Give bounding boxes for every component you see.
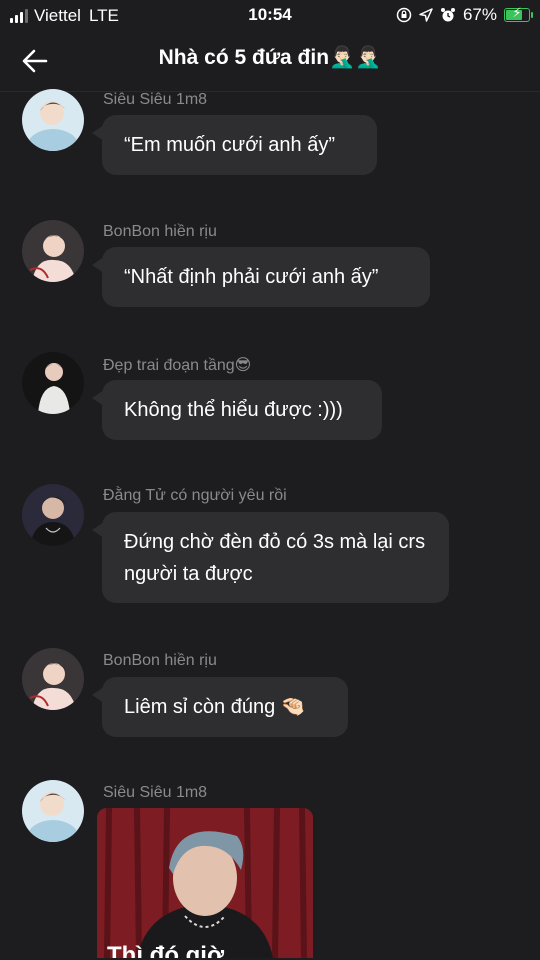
sender-name: BonBon hiền rịu bbox=[103, 652, 217, 669]
avatar[interactable] bbox=[22, 780, 84, 842]
message-text: “Nhất định phải cưới anh ấy” bbox=[124, 266, 379, 288]
status-bar: Viettel LTE 10:54 67% ⚡ bbox=[0, 0, 540, 30]
avatar[interactable] bbox=[22, 89, 84, 151]
message-list[interactable]: Siêu Siêu 1m8 “Em muốn cưới anh ấy” BonB… bbox=[0, 89, 540, 960]
avatar[interactable] bbox=[22, 484, 84, 546]
message-bubble[interactable]: Liêm sỉ còn đúng 🤏🏻 bbox=[92, 677, 348, 737]
chat-title[interactable]: Nhà có 5 đứa đin🤦🏻‍♂️🤦🏻‍♂️ bbox=[0, 46, 540, 70]
message-text: Không thể hiểu được :))) bbox=[124, 399, 343, 421]
avatar[interactable] bbox=[22, 352, 84, 414]
alarm-icon bbox=[440, 8, 455, 22]
message-text: Liêm sỉ còn đúng 🤏🏻 bbox=[124, 696, 306, 718]
avatar[interactable] bbox=[22, 220, 84, 282]
rotation-lock-icon bbox=[396, 7, 412, 23]
message-bubble[interactable]: “Nhất định phải cưới anh ấy” bbox=[92, 247, 430, 307]
sender-name: Đẹp trai đoạn tầng😎 bbox=[103, 357, 252, 374]
meme-image bbox=[97, 808, 313, 958]
sender-name: BonBon hiền rịu bbox=[103, 223, 217, 240]
sender-name: Siêu Siêu 1m8 bbox=[103, 784, 208, 801]
message-text: Đứng chờ đèn đỏ có 3s mà lại crs người t… bbox=[124, 531, 426, 585]
message-bubble[interactable]: Không thể hiểu được :))) bbox=[92, 380, 382, 440]
message-text: “Em muốn cưới anh ấy” bbox=[124, 134, 336, 156]
sender-name: Đằng Tử có người yêu rồi bbox=[103, 487, 287, 504]
battery-icon: ⚡ bbox=[504, 5, 533, 22]
battery-percent: 67% bbox=[462, 5, 497, 24]
status-right: 67% ⚡ bbox=[396, 5, 533, 25]
message-bubble[interactable]: “Em muốn cưới anh ấy” bbox=[92, 115, 377, 175]
image-caption: Thì đó giờ bbox=[107, 942, 225, 958]
location-icon bbox=[419, 8, 433, 22]
avatar[interactable] bbox=[22, 648, 84, 710]
sender-name: Siêu Siêu 1m8 bbox=[103, 91, 208, 108]
charging-bolt-icon: ⚡ bbox=[512, 5, 522, 20]
image-message[interactable]: Thì đó giờ bbox=[97, 808, 313, 958]
message-bubble[interactable]: Đứng chờ đèn đỏ có 3s mà lại crs người t… bbox=[92, 512, 449, 603]
chat-header: Nhà có 5 đứa đin🤦🏻‍♂️🤦🏻‍♂️ bbox=[0, 30, 540, 92]
